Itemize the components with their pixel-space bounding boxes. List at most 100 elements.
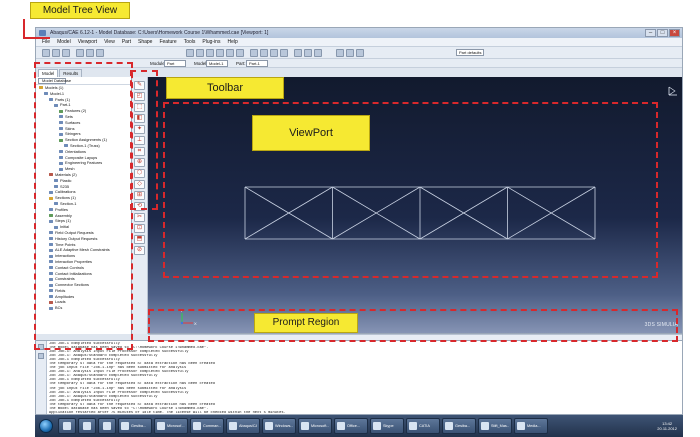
ie-icon[interactable]	[58, 418, 76, 434]
callout-leader-vertical	[23, 19, 25, 39]
toolbar-tool-icon[interactable]	[280, 49, 288, 57]
taskbar-app-icon	[337, 422, 345, 430]
toolbar-callout: Toolbar	[166, 77, 284, 99]
toolbox-tool-icon[interactable]: ⊡	[134, 224, 145, 233]
python-tab-icon[interactable]	[38, 353, 44, 359]
taskbar-app-icon	[157, 422, 165, 430]
taskbar-button[interactable]: Gesiba...	[442, 418, 476, 434]
model-select[interactable]: Model-1	[206, 60, 228, 67]
menu-feature[interactable]: Feature	[159, 38, 176, 46]
taskbar-button[interactable]: Microsof...	[154, 418, 188, 434]
taskbar-app-icon	[301, 422, 309, 430]
taskbar-button[interactable]: Stift_Mas...	[478, 418, 512, 434]
taskbar-app-icon	[193, 422, 201, 430]
explorer-icon[interactable]	[78, 418, 96, 434]
toolbar-tool-icon[interactable]	[96, 49, 104, 57]
menu-file[interactable]: File	[42, 38, 50, 46]
toolbar-tool-icon[interactable]	[236, 49, 244, 57]
menu-part[interactable]: Part	[122, 38, 131, 46]
menu-view[interactable]: View	[104, 38, 115, 46]
toolbox-tool-icon[interactable]: ⬒	[134, 235, 145, 244]
part-label: Part:	[236, 61, 246, 66]
toolbar-tool-icon[interactable]	[42, 49, 50, 57]
taskbar-label: Media...	[527, 424, 541, 428]
toolbar-tool-icon[interactable]	[226, 49, 234, 57]
toolbar-tool-icon[interactable]	[52, 49, 60, 57]
prompt-region-callout: Prompt Region	[254, 313, 358, 333]
toolbar-tool-icon[interactable]	[196, 49, 204, 57]
message-log: Job Job-1 completed successfully The mode…	[49, 342, 680, 414]
module-select[interactable]: Part	[164, 60, 186, 67]
menu-help[interactable]: Help	[227, 38, 237, 46]
taskbar-label: Microsof...	[167, 424, 185, 428]
taskbar-app-icon	[103, 422, 111, 430]
menu-tools[interactable]: Tools	[184, 38, 196, 46]
message-toolbar	[36, 341, 47, 414]
system-clock[interactable]: 13:42 20.11.2012	[657, 421, 677, 431]
taskbar-button[interactable]: Office...	[334, 418, 368, 434]
taskbar-label: Gesiba...	[131, 424, 147, 428]
menu-shape[interactable]: Shape	[138, 38, 152, 46]
taskbar-button[interactable]: Gesiba...	[118, 418, 152, 434]
annotated-screenshot: Abaqus/CAE 6.12-1 - Model Database: C:\U…	[0, 0, 700, 437]
toolbar-tool-icon[interactable]	[206, 49, 214, 57]
taskbar-label: Abaqus/CAE	[239, 424, 257, 428]
taskbar-button[interactable]: CATIA	[406, 418, 440, 434]
message-area: Job Job-1 completed successfully The mode…	[36, 340, 682, 414]
taskbar-app-icon	[373, 422, 381, 430]
app-icon	[39, 30, 46, 36]
start-button[interactable]	[39, 419, 53, 433]
viewport-callout: ViewPort	[252, 115, 370, 151]
menu-viewport[interactable]: Viewport	[78, 38, 97, 46]
toolbar-tool-icon[interactable]	[304, 49, 312, 57]
window-controls: – □ ×	[645, 29, 680, 37]
toolbar-tool-icon[interactable]	[356, 49, 364, 57]
taskbar-app-icon	[445, 422, 453, 430]
taskbar-app-icon	[229, 422, 237, 430]
toolbox-tool-icon[interactable]: ✂	[134, 213, 145, 222]
model-tree-highlight	[34, 62, 133, 350]
toolbar-tool-icon[interactable]	[62, 49, 70, 57]
title-bar: Abaqus/CAE 6.12-1 - Model Database: C:\U…	[36, 28, 682, 38]
prompt-region-highlight	[148, 309, 678, 342]
taskbar-app-icon	[265, 422, 273, 430]
menu-model[interactable]: Model	[57, 38, 71, 46]
taskbar-button[interactable]: Skype	[370, 418, 404, 434]
toolbar-tool-icon[interactable]	[86, 49, 94, 57]
word-icon[interactable]	[98, 418, 116, 434]
viewport-highlight	[163, 102, 658, 278]
taskbar-app-icon	[63, 422, 71, 430]
windows-taskbar: Gesiba... Microsof... Comman... Abaqus/CAE W…	[35, 415, 683, 437]
minimize-button[interactable]: –	[645, 29, 656, 37]
taskbar-app-icon	[517, 422, 525, 430]
taskbar-app-icon	[121, 422, 129, 430]
defaults-select[interactable]: Part defaults	[456, 49, 484, 56]
taskbar-label: Comman...	[203, 424, 221, 428]
view-cube-icon	[668, 86, 677, 96]
callout-leader-horizontal	[23, 37, 50, 39]
menu-plug-ins[interactable]: Plug-ins	[202, 38, 220, 46]
taskbar-label: Skype	[383, 424, 394, 428]
toolbar-tool-icon[interactable]	[250, 49, 258, 57]
taskbar-button[interactable]: Comman...	[190, 418, 224, 434]
toolbar-tool-icon[interactable]	[294, 49, 302, 57]
taskbar-button[interactable]: Microsoft...	[298, 418, 332, 434]
toolbar-tool-icon[interactable]	[346, 49, 354, 57]
taskbar-app-icon	[83, 422, 91, 430]
toolbar-tool-icon[interactable]	[216, 49, 224, 57]
toolbar-tool-icon[interactable]	[186, 49, 194, 57]
close-button[interactable]: ×	[669, 29, 680, 37]
maximize-button[interactable]: □	[657, 29, 668, 37]
toolbar-tool-icon[interactable]	[76, 49, 84, 57]
model-tree-callout: Model Tree View	[30, 2, 130, 19]
taskbar-button[interactable]: Abaqus/CAE	[226, 418, 260, 434]
taskbar-button[interactable]: Media...	[514, 418, 548, 434]
toolbar-tool-icon[interactable]	[336, 49, 344, 57]
part-select[interactable]: Part-1	[246, 60, 268, 67]
toolbar-tool-icon[interactable]	[314, 49, 322, 57]
taskbar-button[interactable]: Windows...	[262, 418, 296, 434]
toolbar-tool-icon[interactable]	[260, 49, 268, 57]
taskbar-label: Microsoft...	[311, 424, 329, 428]
toolbox-tool-icon[interactable]: ⊘	[134, 246, 145, 255]
toolbar-tool-icon[interactable]	[270, 49, 278, 57]
